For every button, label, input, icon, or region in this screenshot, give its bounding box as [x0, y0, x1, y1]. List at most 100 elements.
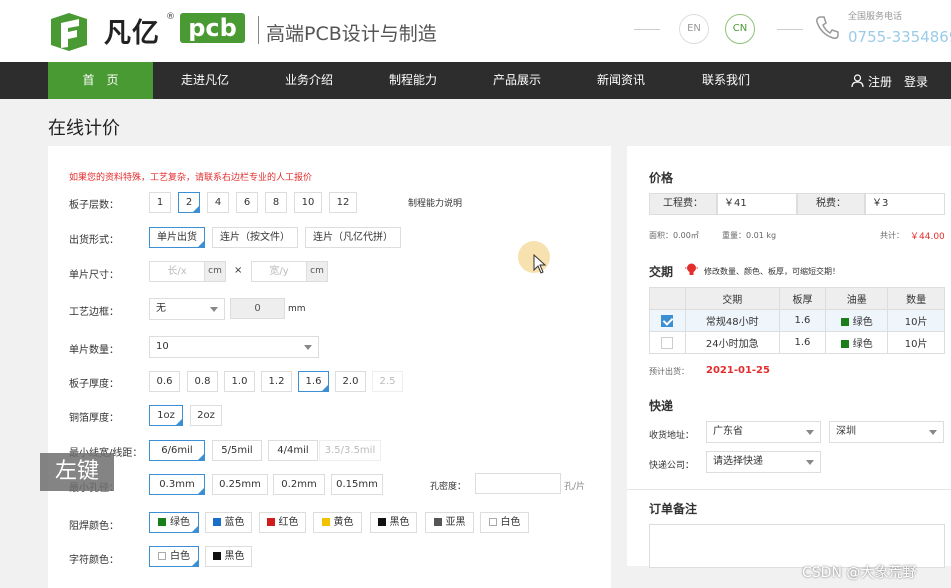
nav-about[interactable]: 走进凡亿 [153, 62, 257, 99]
mask-color-option-selected[interactable]: 绿色 [149, 512, 199, 533]
thickness-option[interactable]: 1.0 [224, 371, 255, 392]
chevron-down-icon [806, 460, 814, 465]
silk-color-option[interactable]: 黑色 [205, 546, 252, 567]
mask-color-option[interactable]: 蓝色 [205, 512, 252, 533]
silk-color-option-selected[interactable]: 白色 [149, 546, 199, 567]
courier-select[interactable]: 请选择快递 [706, 451, 821, 473]
hole-density-unit: 孔/片 [564, 482, 586, 492]
col-ink: 油墨 [825, 287, 889, 310]
border-select[interactable]: 无 [149, 298, 225, 320]
green-swatch [840, 318, 849, 326]
layers-option[interactable]: 10 [294, 192, 322, 213]
thickness-option-disabled: 2.5 [372, 371, 403, 392]
times-sign: × [234, 265, 243, 276]
ink-text: 绿色 [852, 339, 873, 350]
thickness-option[interactable]: 2.0 [335, 371, 366, 392]
layers-option[interactable]: 4 [207, 192, 229, 213]
border-amount[interactable]: 0 [230, 298, 285, 319]
panel-by-file-option[interactable]: 连片（按文件） [212, 227, 298, 248]
table-row[interactable]: 常规48小时 1.6 绿色 10片 [649, 309, 945, 332]
hole-option[interactable]: 0.15mm [331, 474, 383, 495]
thickness-option-selected[interactable]: 1.6 [298, 371, 329, 392]
quantity-label: 单片数量： [69, 345, 119, 356]
thickness-option[interactable]: 1.2 [261, 371, 292, 392]
chevron-down-icon [929, 430, 937, 435]
company-label: 快递公司： [649, 461, 695, 471]
matte-black-swatch [433, 518, 442, 526]
hole-option[interactable]: 0.2mm [273, 474, 325, 495]
layers-option[interactable]: 6 [236, 192, 258, 213]
hole-option[interactable]: 0.25mm [212, 474, 268, 495]
login-link[interactable]: 登录 [904, 62, 928, 99]
panel-by-fanyi-option[interactable]: 连片（凡亿代拼） [305, 227, 401, 248]
chevron-down-icon [210, 307, 218, 312]
nav-contact[interactable]: 联系我们 [673, 62, 779, 99]
capability-link[interactable]: 制程能力说明 [408, 196, 462, 209]
service-label: 全国服务电话 [848, 12, 903, 22]
copper-option-selected[interactable]: 1oz [149, 405, 183, 426]
row-checkbox-cell[interactable] [649, 331, 686, 354]
slogan: 高端PCB设计与制造 [266, 23, 437, 45]
key-press-overlay: 左键 [40, 453, 114, 491]
ink-text: 绿色 [852, 317, 873, 328]
width-input[interactable]: 宽/y [251, 261, 307, 282]
tax-label: 税费： [797, 193, 865, 215]
chevron-down-icon [304, 345, 312, 350]
thickness-option[interactable]: 0.8 [187, 371, 218, 392]
checkbox[interactable] [661, 336, 674, 349]
province-select[interactable]: 广东省 [706, 421, 821, 443]
notes-title: 订单备注 [649, 502, 698, 516]
mask-color-option[interactable]: 亚黑 [425, 512, 474, 533]
layers-option[interactable]: 8 [265, 192, 287, 213]
layers-label: 板子层数： [69, 200, 119, 211]
checkbox-checked[interactable] [661, 314, 674, 327]
period-cell: 24小时加急 [684, 331, 780, 354]
tax-value: ￥3 [865, 193, 945, 215]
lang-en-button[interactable]: EN [679, 14, 709, 44]
black-swatch [377, 518, 386, 526]
hole-option-selected[interactable]: 0.3mm [149, 474, 205, 495]
delivery-table: 交期 板厚 油墨 数量 常规48小时 1.6 绿色 10片 24小时加急 1.6… [649, 287, 945, 354]
registered-mark: ® [166, 12, 175, 22]
mask-color-option[interactable]: 白色 [480, 512, 529, 533]
watermark: CSDN @大象荒野 [802, 565, 917, 581]
border-label: 工艺边框： [69, 307, 119, 318]
eng-fee-value: ￥41 [717, 193, 797, 215]
city-value: 深圳 [836, 426, 856, 437]
hole-density-input[interactable] [475, 473, 561, 494]
silk-color-label: 字符颜色： [69, 555, 119, 566]
nav-products[interactable]: 产品展示 [465, 62, 569, 99]
nav-news[interactable]: 新闻资讯 [569, 62, 673, 99]
layers-option[interactable]: 1 [149, 192, 171, 213]
green-swatch [840, 340, 849, 348]
layers-option[interactable]: 12 [329, 192, 357, 213]
lightbulb-icon [685, 263, 698, 275]
mask-color-option[interactable]: 黑色 [370, 512, 417, 533]
thickness-option[interactable]: 0.6 [149, 371, 180, 392]
copper-option[interactable]: 2oz [190, 405, 222, 426]
lang-cn-button[interactable]: CN [725, 14, 755, 44]
ship-date: 2021-01-25 [706, 365, 770, 376]
table-row[interactable]: 24小时加急 1.6 绿色 10片 [649, 331, 945, 354]
quantity-select[interactable]: 10 [149, 336, 319, 358]
city-select[interactable]: 深圳 [829, 421, 944, 443]
total-value: ￥44.00 [910, 232, 945, 242]
trace-option-selected[interactable]: 6/6mil [149, 440, 205, 461]
nav-capability[interactable]: 制程能力 [361, 62, 465, 99]
layers-option-selected[interactable]: 2 [178, 192, 200, 213]
single-ship-option[interactable]: 单片出货 [149, 227, 205, 248]
mask-color-option[interactable]: 黄色 [313, 512, 362, 533]
register-link[interactable]: 注册 [868, 62, 892, 99]
table-header-row: 交期 板厚 油墨 数量 [649, 287, 945, 310]
white-swatch [158, 552, 166, 560]
trace-option[interactable]: 5/5mil [212, 440, 262, 461]
mask-color-option[interactable]: 红色 [259, 512, 306, 533]
thickness-label: 板子厚度： [69, 379, 119, 390]
row-checkbox-cell[interactable] [649, 309, 686, 332]
nav-home[interactable]: 首 页 [48, 62, 153, 99]
total-label: 共计： [880, 231, 904, 240]
silk-color-name: 白色 [170, 551, 190, 562]
trace-option[interactable]: 4/4mil [268, 440, 318, 461]
nav-business[interactable]: 业务介绍 [257, 62, 361, 99]
length-input[interactable]: 长/x [149, 261, 205, 282]
